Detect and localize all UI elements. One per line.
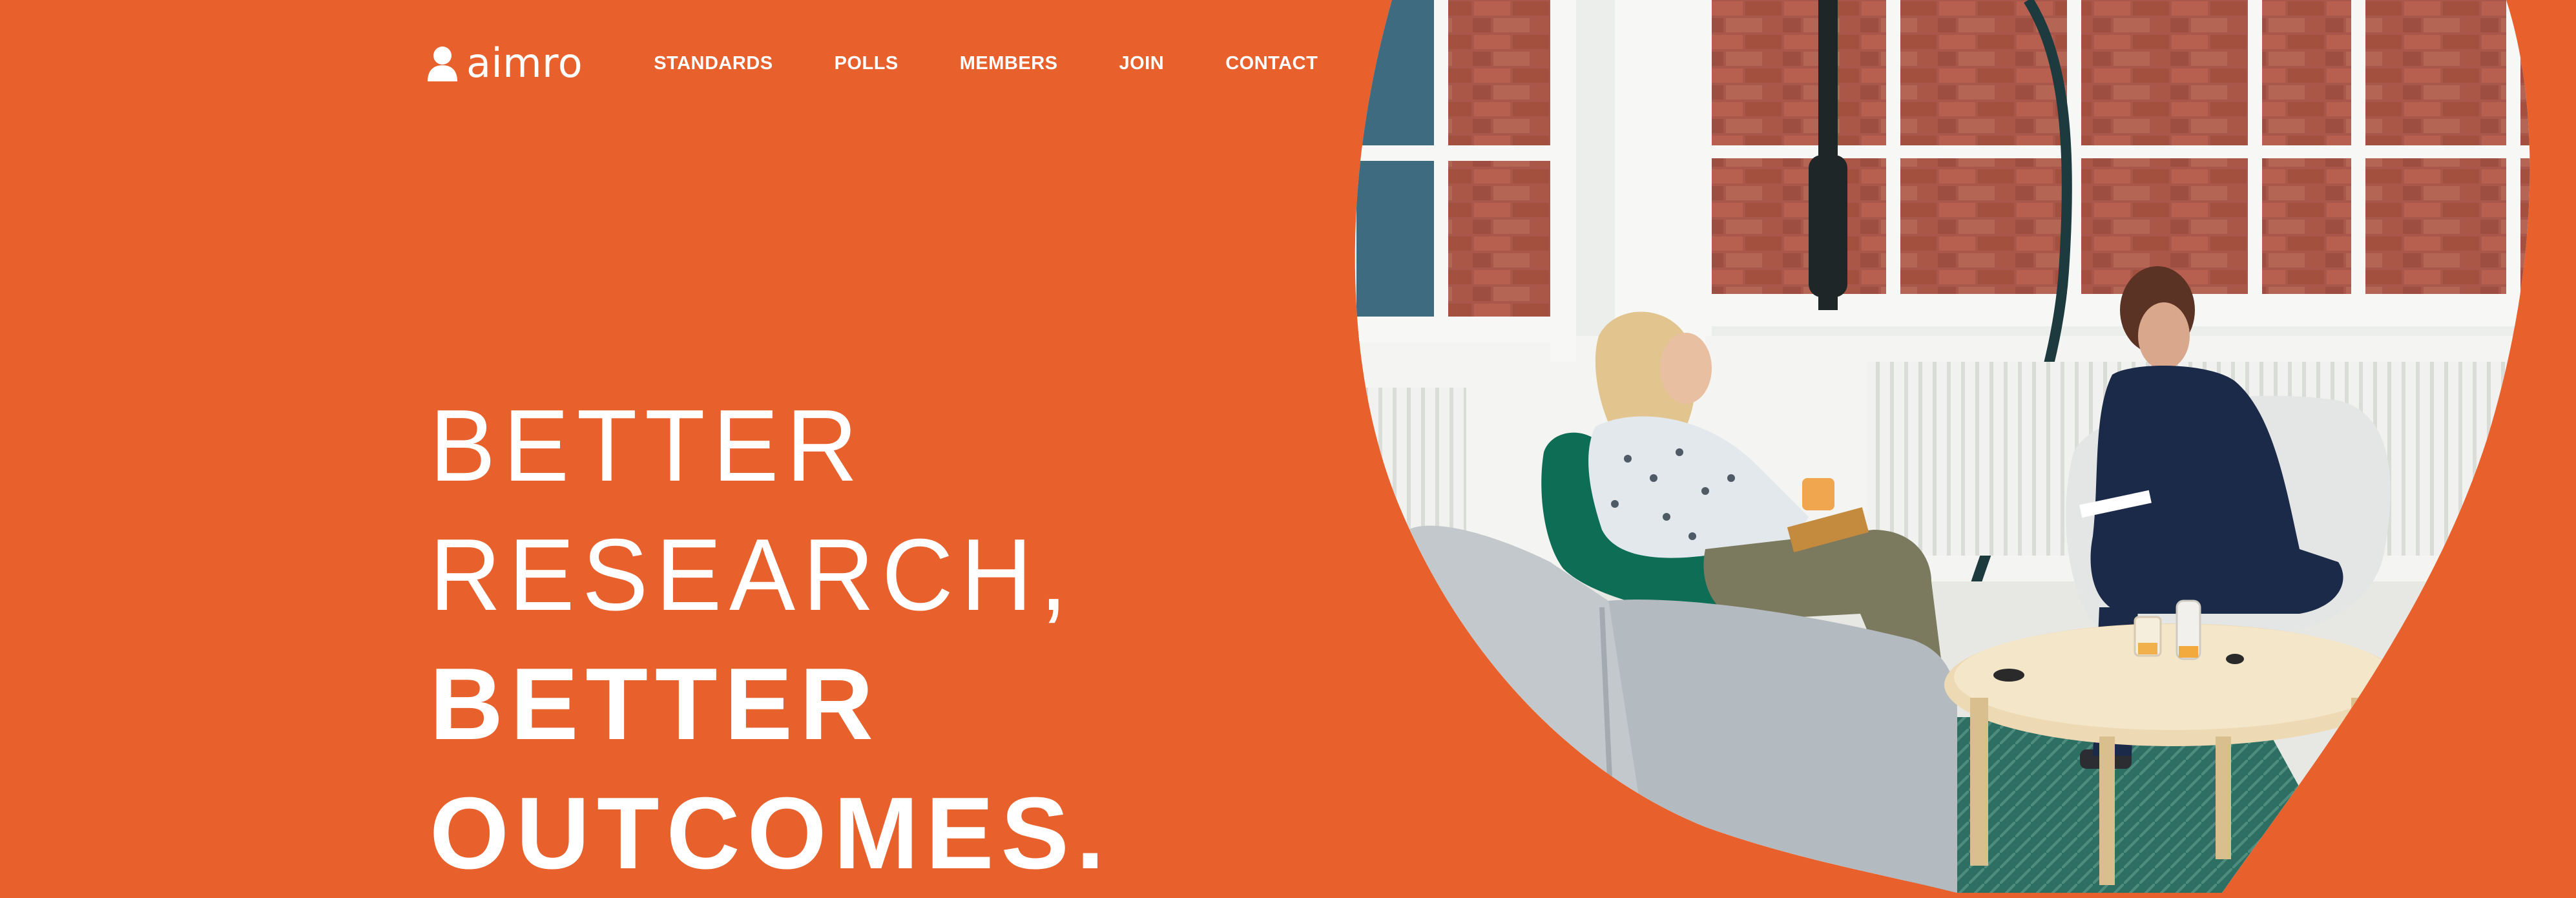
nav-item-standards[interactable]: STANDARDS — [654, 53, 773, 74]
hero-line-2: RESEARCH, — [430, 518, 1075, 632]
nav-item-join[interactable]: JOIN — [1119, 53, 1165, 74]
person-icon — [428, 47, 457, 81]
logo-link[interactable]: aimro — [426, 43, 583, 83]
logo-text: aimro — [466, 39, 583, 87]
nav-item-members[interactable]: MEMBERS — [960, 53, 1058, 74]
hero-line-4: OUTCOMES. — [430, 777, 1112, 890]
nav-item-contact[interactable]: CONTACT — [1225, 53, 1318, 74]
hero-line-3: BETTER — [430, 647, 880, 761]
nav-item-polls[interactable]: POLLS — [835, 53, 898, 74]
hero-photo — [0, 0, 2576, 893]
hero-headline: BETTER RESEARCH, BETTER OUTCOMES. — [430, 381, 1112, 898]
site-header: aimro STANDARDS POLLS MEMBERS JOIN CONTA… — [426, 37, 1318, 89]
main-nav: STANDARDS POLLS MEMBERS JOIN CONTACT — [654, 53, 1318, 74]
hero-photo-graphic — [1355, 0, 2530, 893]
hero-line-1: BETTER — [430, 389, 866, 503]
